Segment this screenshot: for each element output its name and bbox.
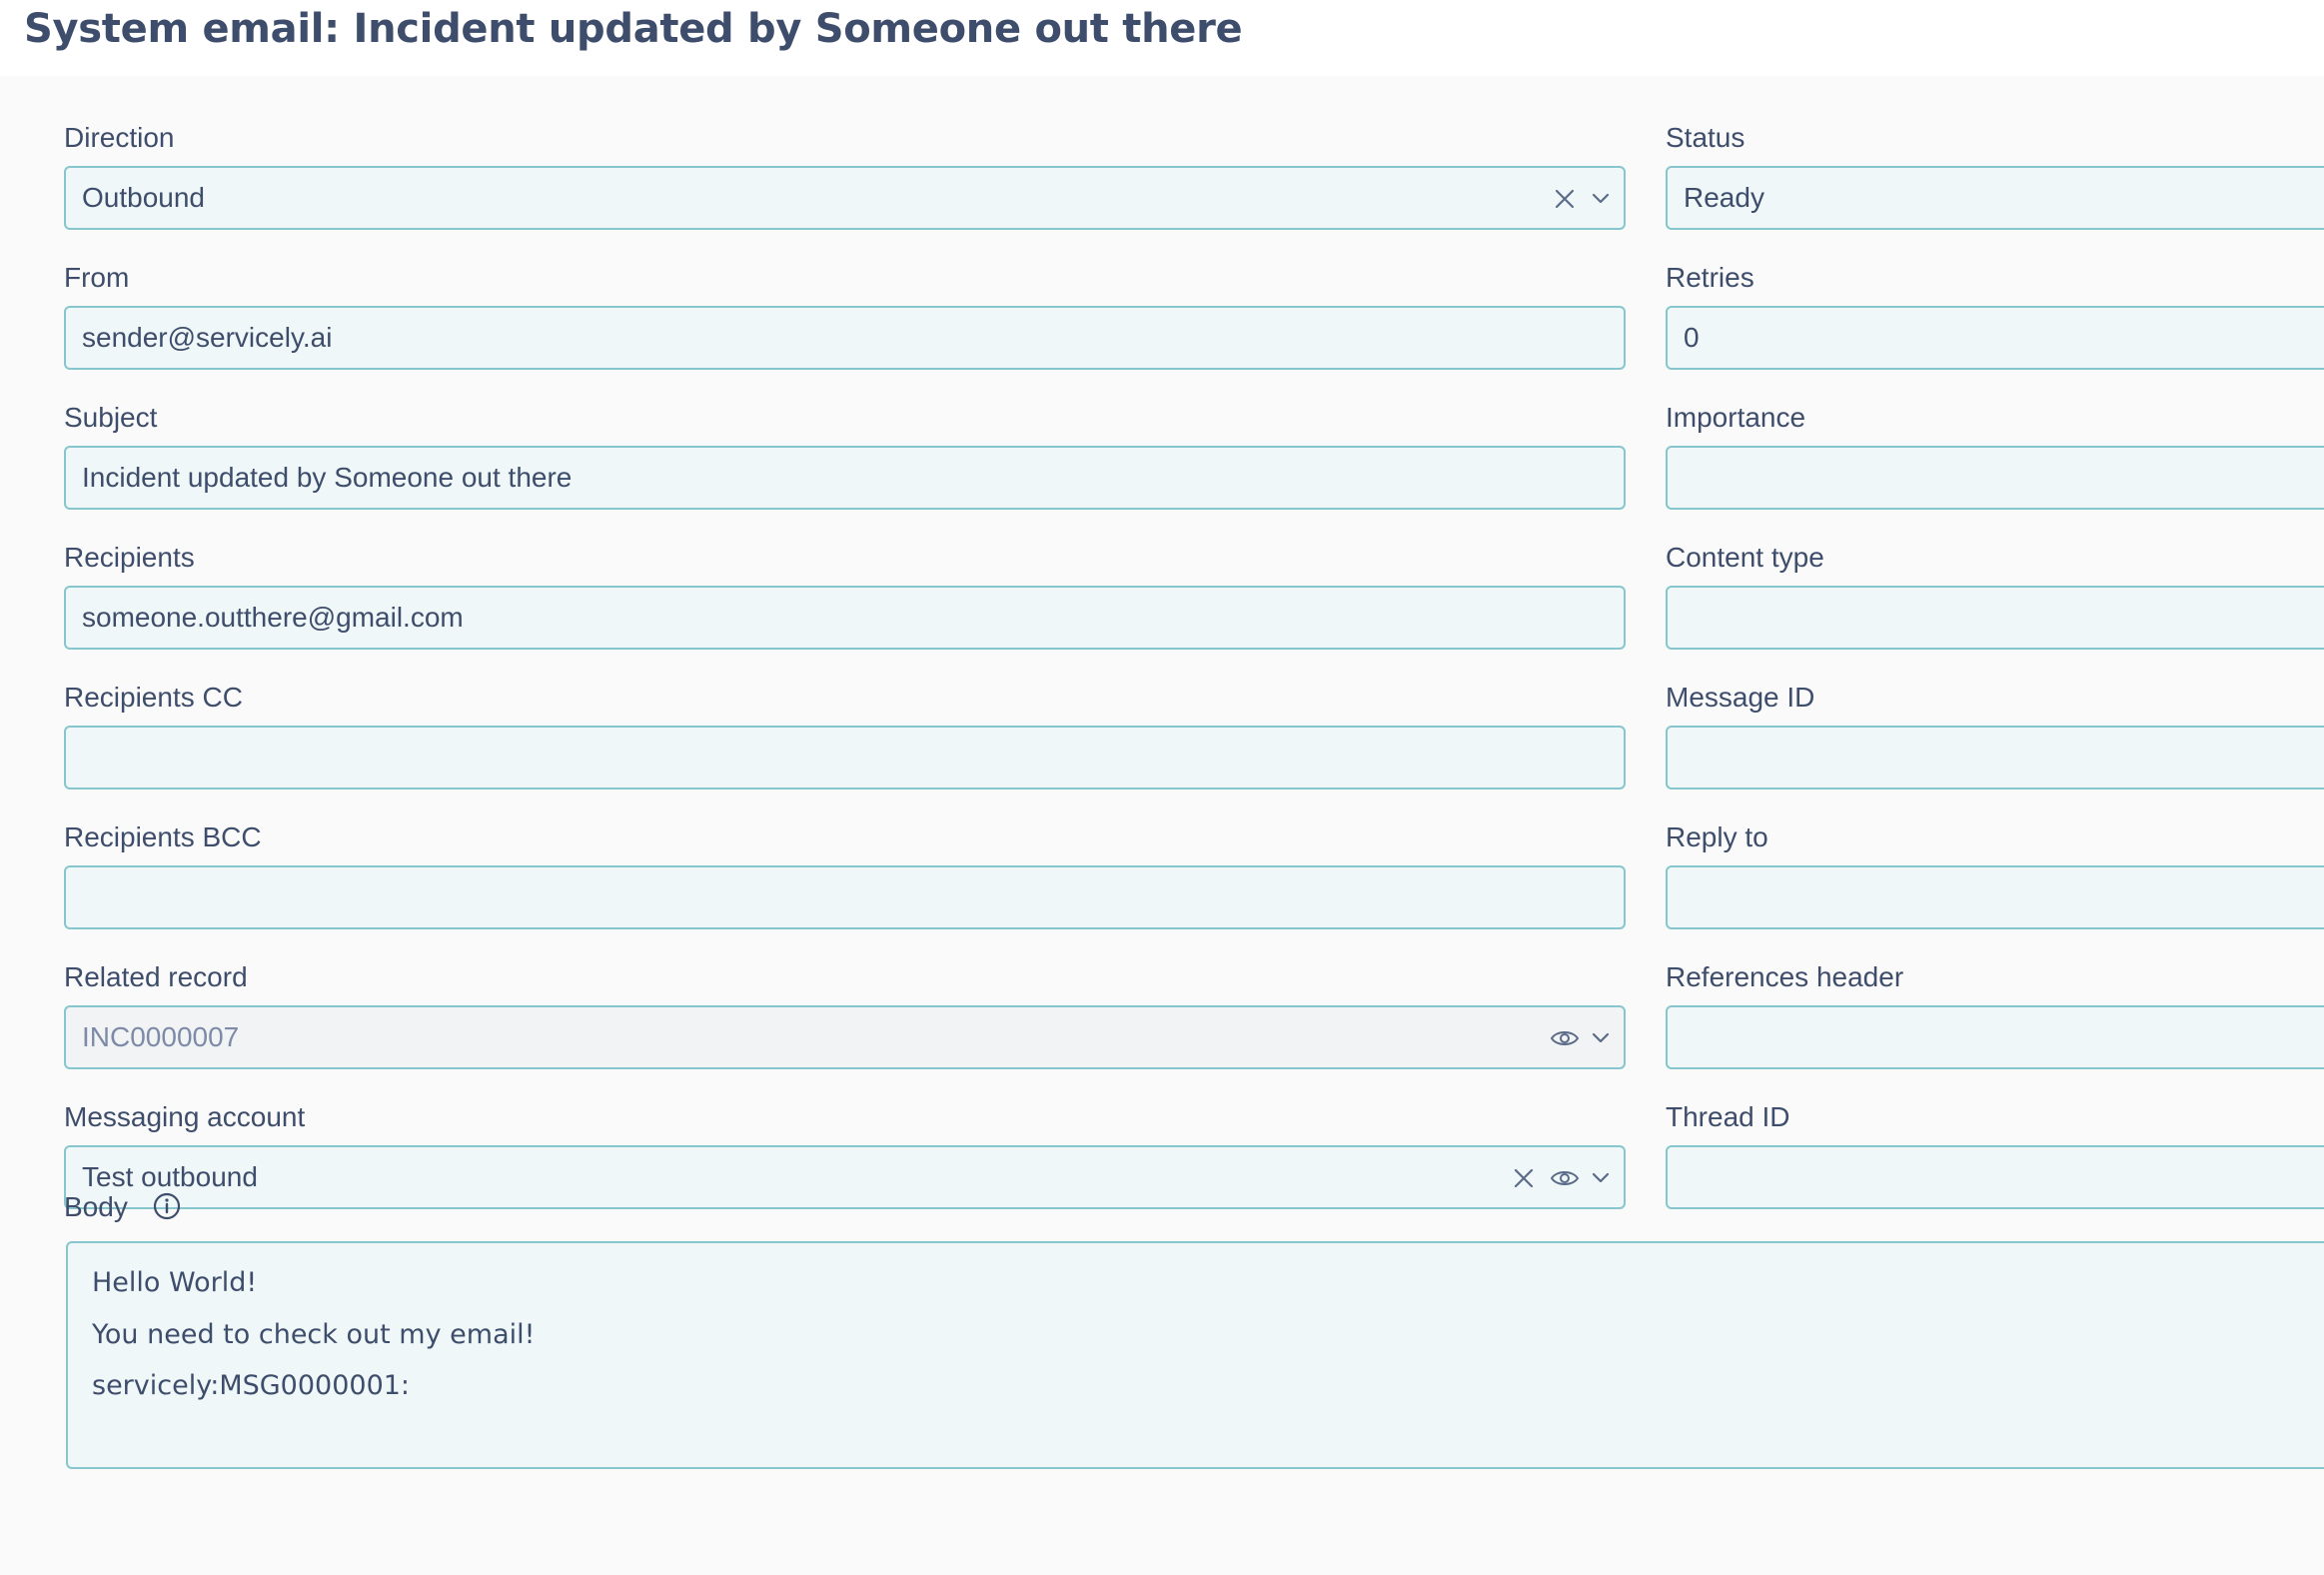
related-record-label: Related record (64, 961, 248, 992)
body-editor[interactable]: Hello World! You need to check out my em… (66, 1241, 2324, 1469)
message-id-input[interactable] (1666, 726, 2324, 789)
direction-value: Outbound (82, 182, 205, 213)
info-icon[interactable] (152, 1191, 182, 1221)
page-title: System email: Incident updated by Someon… (24, 6, 1243, 52)
recipients-input[interactable]: someone.outthere@gmail.com (64, 586, 1626, 650)
content-type-input[interactable] (1666, 586, 2324, 650)
content-type-label: Content type (1666, 542, 1824, 573)
subject-value: Incident updated by Someone out there (82, 462, 573, 493)
body-label: Body (64, 1191, 128, 1222)
direction-select[interactable]: Outbound (64, 166, 1626, 230)
status-select[interactable]: Ready (1666, 166, 2324, 230)
importance-label: Importance (1666, 402, 1806, 433)
body-line: servicely:MSG0000001: (92, 1370, 411, 1401)
from-input[interactable]: sender@servicely.ai (64, 306, 1626, 370)
chevron-down-icon[interactable] (1586, 184, 1616, 214)
status-label: Status (1666, 122, 1745, 153)
recipients-bcc-input[interactable] (64, 865, 1626, 929)
references-header-label: References header (1666, 961, 1904, 992)
body-line: You need to check out my email! (92, 1319, 536, 1350)
status-value: Ready (1684, 182, 1764, 213)
chevron-down-icon[interactable] (1586, 1163, 1616, 1193)
references-header-input[interactable] (1666, 1005, 2324, 1069)
recipients-bcc-label: Recipients BCC (64, 821, 262, 852)
messaging-account-label: Messaging account (64, 1101, 306, 1132)
chevron-down-icon[interactable] (1586, 1023, 1616, 1053)
related-record-select[interactable]: INC0000007 (64, 1005, 1626, 1069)
from-label: From (64, 262, 130, 293)
subject-input[interactable]: Incident updated by Someone out there (64, 446, 1626, 510)
page-header: System email: Incident updated by Someon… (0, 0, 2324, 76)
messaging-account-value: Test outbound (82, 1161, 258, 1192)
body-line: Hello World! (92, 1267, 258, 1298)
subject-label: Subject (64, 402, 158, 433)
related-record-value: INC0000007 (82, 1021, 240, 1052)
recipients-value: someone.outthere@gmail.com (82, 602, 464, 633)
eye-icon[interactable] (1550, 1023, 1580, 1053)
direction-label: Direction (64, 122, 175, 153)
close-icon[interactable] (1509, 1163, 1539, 1193)
message-id-label: Message ID (1666, 682, 1815, 713)
close-icon[interactable] (1550, 184, 1580, 214)
reply-to-label: Reply to (1666, 821, 1768, 852)
importance-input[interactable] (1666, 446, 2324, 510)
retries-value: 0 (1684, 322, 1700, 353)
recipients-cc-label: Recipients CC (64, 682, 243, 713)
eye-icon[interactable] (1550, 1163, 1580, 1193)
thread-id-input[interactable] (1666, 1145, 2324, 1209)
retries-input[interactable]: 0 (1666, 306, 2324, 370)
recipients-cc-input[interactable] (64, 726, 1626, 789)
from-value: sender@servicely.ai (82, 322, 333, 353)
recipients-label: Recipients (64, 542, 195, 573)
reply-to-input[interactable] (1666, 865, 2324, 929)
thread-id-label: Thread ID (1666, 1101, 1790, 1132)
messaging-account-select[interactable]: Test outbound (64, 1145, 1626, 1209)
retries-label: Retries (1666, 262, 1754, 293)
